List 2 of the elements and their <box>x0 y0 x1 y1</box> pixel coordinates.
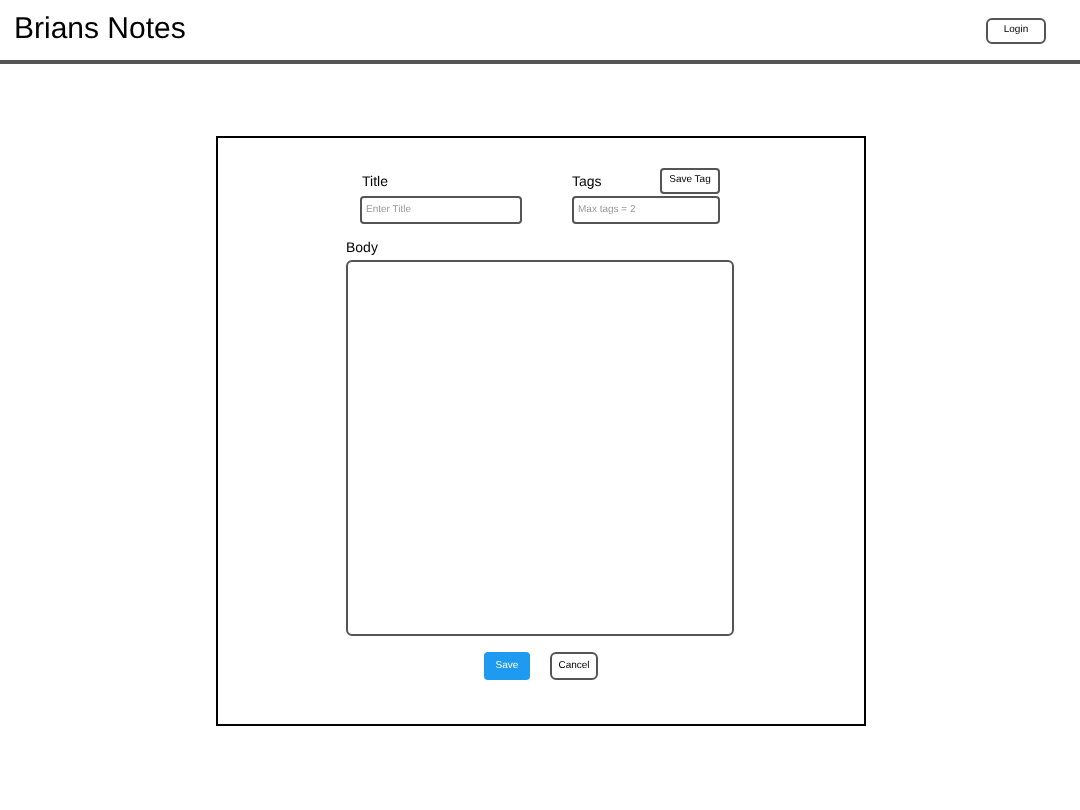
body-field[interactable] <box>346 260 734 636</box>
app-title: Brians Notes <box>14 9 186 50</box>
